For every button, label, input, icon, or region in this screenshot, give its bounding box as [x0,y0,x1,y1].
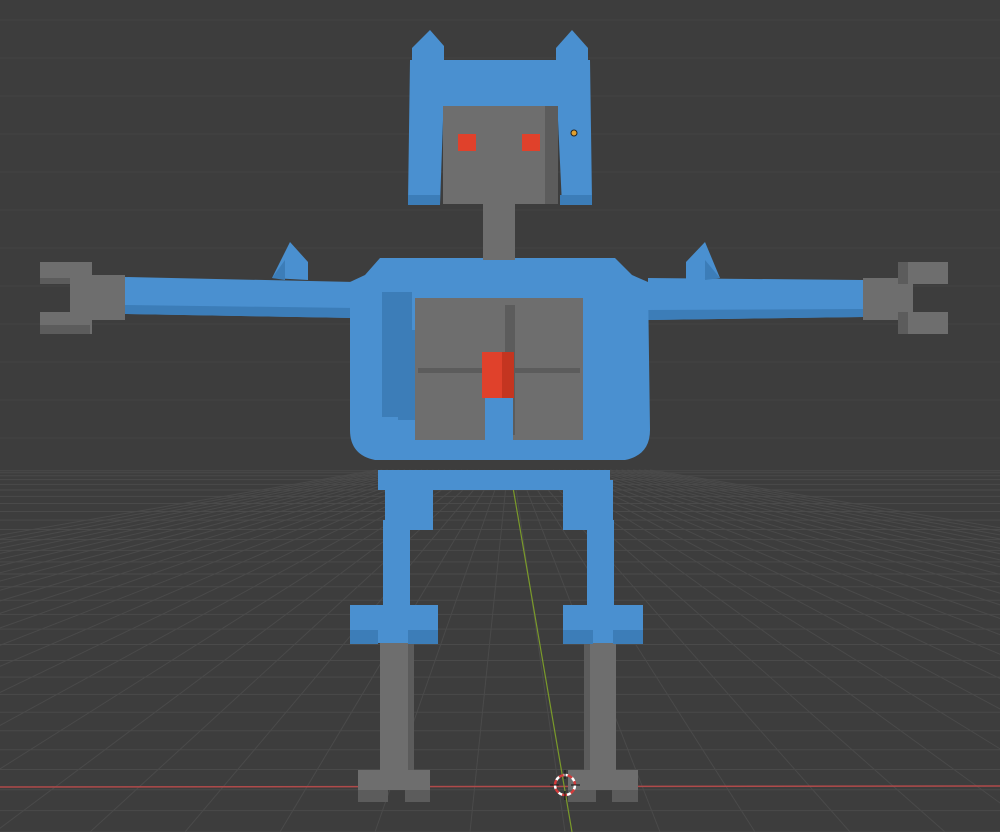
left-gripper[interactable] [40,262,125,334]
grid-line [644,469,1000,532]
left-knee[interactable] [350,605,438,644]
grid-line [184,469,491,832]
head[interactable] [408,30,592,205]
right-arm[interactable] [648,242,863,320]
left-arm[interactable] [125,242,355,318]
neck[interactable] [483,200,515,260]
x-axis-line [0,785,1000,788]
right-leg[interactable] [568,640,638,802]
origin-point-icon[interactable] [570,129,578,137]
y-axis-line [509,469,573,832]
grid-line [632,469,1000,540]
grid-line [0,469,377,536]
right-gripper[interactable] [863,262,948,334]
left-leg[interactable] [358,640,430,802]
grid-line [0,469,383,540]
right-eye [522,134,540,151]
3d-viewport[interactable] [0,0,1000,832]
robot-model[interactable] [40,30,948,802]
chest-core[interactable] [482,352,514,398]
right-knee[interactable] [563,605,643,644]
grid-line [469,469,509,832]
grid-line [587,469,1000,594]
grid-line [627,469,1000,544]
left-eye [458,134,476,151]
